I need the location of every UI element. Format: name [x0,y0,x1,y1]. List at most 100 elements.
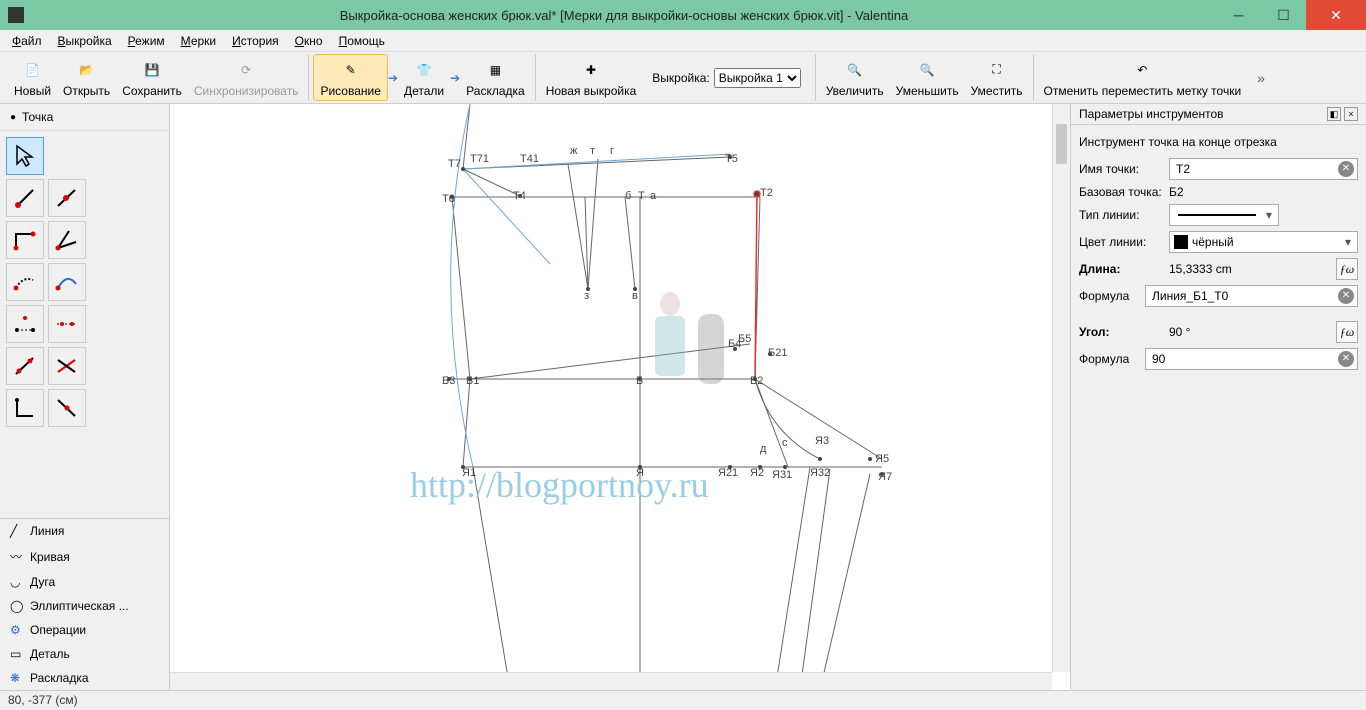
sync-button: ⟳Синхронизировать [188,54,305,101]
menu-bar: Файл Выкройка Режим Мерки История Окно П… [0,30,1366,52]
angle-fx-button[interactable]: ƒω [1336,321,1358,343]
tool-subtitle: Инструмент точка на конце отрезка [1079,131,1358,153]
color-swatch [1174,235,1188,249]
angle-formula-label: Формула [1079,352,1139,366]
watermark-figure [630,284,750,434]
toolbox-panel: Точка ╱Линия 〰Кривая ◡Дуга ◯Эллиптическа… [0,104,170,690]
tool-category-point[interactable]: Точка [0,104,169,131]
point-name-label: Имя точки: [1079,162,1163,176]
svg-text:Я32: Я32 [810,467,830,479]
svg-text:Т71: Т71 [470,153,489,165]
maximize-button[interactable]: ☐ [1261,0,1306,30]
svg-text:а: а [650,190,657,202]
clear-icon[interactable]: ✕ [1338,161,1354,177]
tool-normal[interactable] [6,221,44,259]
cat-arc[interactable]: ◡Дуга [0,570,169,594]
horizontal-scrollbar[interactable] [170,672,1052,690]
window-title: Выкройка-основа женских брюк.val* [Мерки… [32,8,1216,23]
watermark-text: http://blogportnoy.ru [410,464,709,506]
line-type-combo[interactable] [1169,204,1279,226]
tool-shoulder[interactable] [6,263,44,301]
tool-curve-intersect[interactable] [48,389,86,427]
menu-pattern[interactable]: Выкройка [50,32,120,50]
close-button[interactable]: ✕ [1306,0,1366,30]
svg-text:Т5: Т5 [725,153,738,165]
zoom-in-icon: 🔍 [843,58,867,82]
save-button[interactable]: 💾Сохранить [116,54,188,101]
drawing-canvas[interactable]: Т7 Т71 Т41 ж т г Т5 Т0 Т4 б Т а Т2 з в Б… [170,104,1070,690]
zoom-fit-icon: ⛶ [985,58,1009,82]
menu-help[interactable]: Помощь [331,32,393,50]
tool-spline[interactable] [48,263,86,301]
line-color-combo[interactable]: чёрный [1169,231,1358,253]
panel-close-button[interactable]: × [1344,107,1358,121]
menu-file[interactable]: Файл [4,32,50,50]
zoom-in-button[interactable]: 🔍Увеличить [820,54,890,101]
minimize-button[interactable]: ─ [1216,0,1261,30]
panel-title-text: Параметры инструментов [1079,107,1224,121]
cat-layout[interactable]: ❋Раскладка [0,666,169,690]
new-button[interactable]: 📄Новый [8,54,57,101]
svg-text:т: т [590,145,595,157]
title-bar: Выкройка-основа женских брюк.val* [Мерки… [0,0,1366,30]
svg-text:з: з [584,290,589,302]
new-pattern-button[interactable]: ✚Новая выкройка [540,54,643,101]
tool-triangle[interactable] [6,305,44,343]
svg-text:Я2: Я2 [750,467,764,479]
zoom-out-button[interactable]: 🔍Уменьшить [890,54,965,101]
operations-icon: ⚙ [10,623,24,637]
svg-text:Я3: Я3 [815,435,829,447]
window-controls: ─ ☐ ✕ [1216,0,1366,30]
svg-text:Т: Т [638,190,645,202]
zoom-fit-button[interactable]: ⛶Уместить [965,54,1029,101]
tool-point-intersect[interactable] [48,305,86,343]
length-formula-label: Формула [1079,289,1139,303]
tool-pointer[interactable] [6,137,44,175]
length-value: 15,3333 cm [1169,262,1330,276]
pencil-icon: ✎ [339,58,363,82]
angle-formula-input[interactable] [1145,348,1358,370]
cat-curve[interactable]: 〰Кривая [0,543,169,570]
svg-text:Б3: Б3 [442,375,455,387]
menu-measures[interactable]: Мерки [173,32,224,50]
svg-text:Я7: Я7 [878,471,892,483]
layout-mode-button[interactable]: ▦Раскладка [460,54,531,101]
svg-text:б: б [625,190,631,202]
tool-point-xy[interactable] [6,347,44,385]
cat-elliptical[interactable]: ◯Эллиптическая ... [0,594,169,618]
arrow-icon: ➔ [388,71,398,85]
draw-mode-button[interactable]: ✎Рисование [313,54,387,101]
pattern-selector: Выкройка: Выкройка 1 [642,54,810,101]
svg-text:г: г [610,145,614,157]
undo-move-point-button[interactable]: ↶Отменить переместить метку точки [1038,54,1248,101]
menu-window[interactable]: Окно [287,32,331,50]
tool-endline[interactable] [6,179,44,217]
pattern-drawing: Т7 Т71 Т41 ж т г Т5 Т0 Т4 б Т а Т2 з в Б… [170,104,1050,690]
length-formula-input[interactable] [1145,285,1358,307]
svg-text:Я5: Я5 [875,453,889,465]
app-icon [8,7,24,23]
length-fx-button[interactable]: ƒω [1336,258,1358,280]
tool-line-intersect[interactable] [6,389,44,427]
tool-bisector[interactable] [48,221,86,259]
status-bar: 80, -377 (см) [0,690,1366,710]
cat-detail[interactable]: ▭Деталь [0,642,169,666]
menu-history[interactable]: История [224,32,287,50]
menu-mode[interactable]: Режим [120,32,173,50]
clear-icon[interactable]: ✕ [1338,288,1354,304]
layout-cat-icon: ❋ [10,671,24,685]
toolbar-overflow-button[interactable]: » [1251,70,1271,86]
svg-text:с: с [782,437,788,449]
cat-operations[interactable]: ⚙Операции [0,618,169,642]
angle-label: Угол: [1079,325,1163,339]
cat-line[interactable]: ╱Линия [0,519,169,543]
vertical-scrollbar[interactable] [1052,104,1070,672]
clear-icon[interactable]: ✕ [1338,351,1354,367]
tool-height[interactable] [48,347,86,385]
details-mode-button[interactable]: 👕Детали [398,54,450,101]
point-name-input[interactable] [1169,158,1358,180]
tool-along-line[interactable] [48,179,86,217]
pattern-select[interactable]: Выкройка 1 [714,68,801,88]
open-button[interactable]: 📂Открыть [57,54,116,101]
panel-float-button[interactable]: ◧ [1327,107,1341,121]
